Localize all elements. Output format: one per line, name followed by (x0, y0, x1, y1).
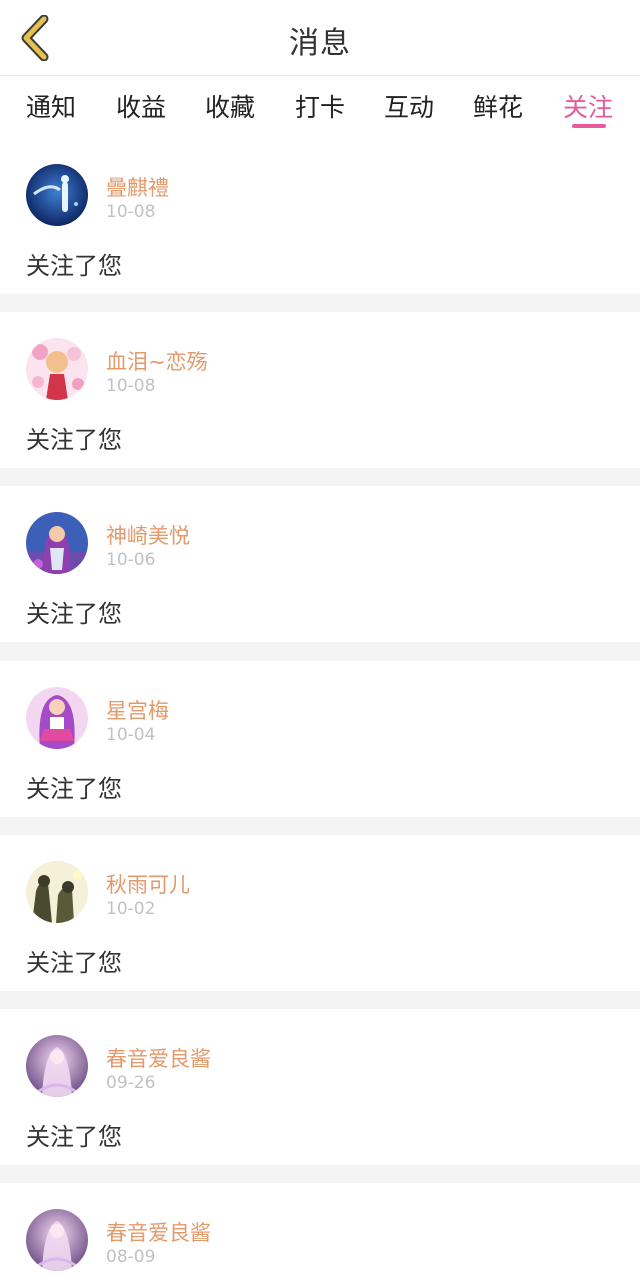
notification-text: 关注了您 (26, 252, 122, 280)
avatar[interactable] (26, 861, 88, 923)
username[interactable]: 春音爱良酱 (106, 1043, 211, 1073)
timestamp: 10-06 (106, 550, 156, 570)
tab-flowers[interactable]: 鲜花 (473, 88, 523, 124)
list-item[interactable]: 秋雨可儿 10-02 关注了您 (0, 835, 640, 991)
avatar[interactable] (26, 512, 88, 574)
tab-earnings[interactable]: 收益 (116, 88, 166, 124)
list-item[interactable]: 春音爱良酱 09-26 关注了您 (0, 1009, 640, 1165)
messages-page: 消息 通知 收益 收藏 打卡 互动 鲜花 关注 曡麒禮 10-08 关注了您 血… (0, 0, 640, 1276)
tab-checkin[interactable]: 打卡 (295, 88, 345, 124)
tab-bar: 通知 收益 收藏 打卡 互动 鲜花 关注 (0, 76, 640, 138)
tab-favorites[interactable]: 收藏 (205, 88, 255, 124)
username[interactable]: 血泪~恋殇 (106, 346, 208, 376)
notification-text: 关注了您 (26, 426, 122, 454)
timestamp: 10-08 (106, 376, 156, 396)
top-bar: 消息 (0, 0, 640, 76)
tab-follow[interactable]: 关注 (563, 88, 613, 124)
timestamp: 10-02 (106, 899, 156, 919)
avatar[interactable] (26, 164, 88, 226)
timestamp: 10-04 (106, 725, 156, 745)
notification-text: 关注了您 (26, 949, 122, 977)
timestamp: 08-09 (106, 1247, 156, 1267)
active-tab-indicator (572, 124, 606, 128)
username[interactable]: 春音爱良酱 (106, 1217, 211, 1247)
page-title: 消息 (289, 26, 351, 61)
avatar[interactable] (26, 338, 88, 400)
notification-text: 关注了您 (26, 775, 122, 803)
username[interactable]: 曡麒禮 (106, 172, 169, 202)
list-item[interactable]: 星宫梅 10-04 关注了您 (0, 661, 640, 817)
username[interactable]: 秋雨可儿 (106, 869, 190, 899)
list-item[interactable]: 血泪~恋殇 10-08 关注了您 (0, 312, 640, 468)
timestamp: 09-26 (106, 1073, 156, 1093)
list-item[interactable]: 神崎美悦 10-06 关注了您 (0, 486, 640, 642)
list-item[interactable]: 春音爱良酱 08-09 (0, 1183, 640, 1276)
username[interactable]: 神崎美悦 (106, 520, 190, 550)
avatar[interactable] (26, 1035, 88, 1097)
timestamp: 10-08 (106, 202, 156, 222)
avatar[interactable] (26, 687, 88, 749)
list-item[interactable]: 曡麒禮 10-08 关注了您 (0, 138, 640, 294)
notification-text: 关注了您 (26, 600, 122, 628)
username[interactable]: 星宫梅 (106, 695, 169, 725)
avatar[interactable] (26, 1209, 88, 1271)
notification-text: 关注了您 (26, 1123, 122, 1151)
tab-interact[interactable]: 互动 (384, 88, 434, 124)
tab-notify[interactable]: 通知 (26, 88, 76, 124)
